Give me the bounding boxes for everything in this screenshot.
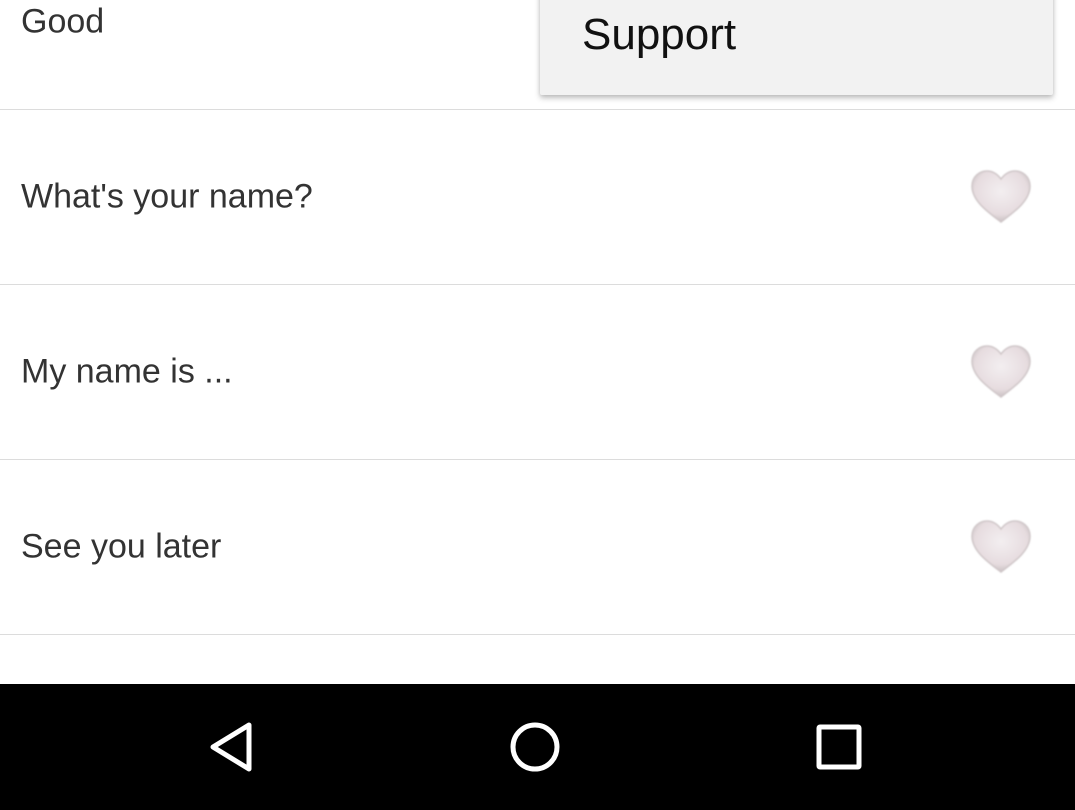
phrase-label: What's your name?: [21, 177, 313, 216]
phrase-label: See you later: [21, 527, 222, 566]
navigation-bar: [0, 684, 1075, 810]
menu-item-support[interactable]: Support: [582, 10, 736, 60]
overflow-menu: Support: [540, 0, 1053, 95]
heart-icon[interactable]: [968, 168, 1034, 226]
heart-icon[interactable]: [968, 518, 1034, 576]
back-icon[interactable]: [203, 717, 263, 777]
heart-icon[interactable]: [968, 343, 1034, 401]
recents-icon[interactable]: [809, 717, 869, 777]
list-item[interactable]: What's your name?: [0, 110, 1075, 285]
list-item[interactable]: My name is ...: [0, 285, 1075, 460]
phrase-label: My name is ...: [21, 352, 233, 391]
phrase-label: Good: [21, 2, 105, 41]
list-item[interactable]: See you later: [0, 460, 1075, 635]
home-icon[interactable]: [505, 717, 565, 777]
